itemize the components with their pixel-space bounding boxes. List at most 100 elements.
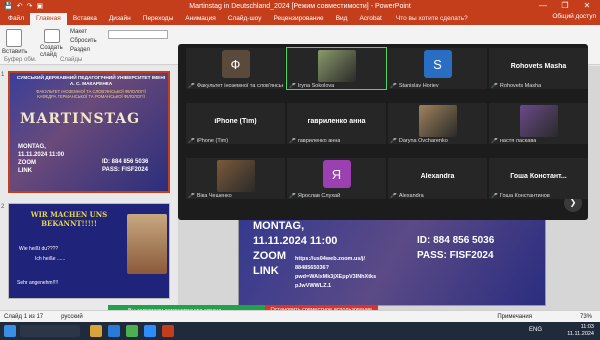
question-2: Ich heiße ...... [35, 256, 66, 262]
participant-name-large: Rohovets Masha [510, 63, 567, 70]
participant-label: гавриленко анна [297, 138, 341, 144]
participant-tile[interactable]: Rohovets Masha 🎤 Rohovets Masha [489, 48, 588, 89]
powerpoint-icon[interactable] [162, 325, 174, 337]
muted-mic-icon: 🎤 [491, 83, 498, 89]
undo-icon[interactable]: ↶ [17, 2, 23, 10]
start-icon[interactable] [4, 325, 16, 337]
participant-tile[interactable]: Гоша Констант... 🎤 Гоша Константинов [489, 158, 588, 199]
slide-thumbnail-2[interactable]: WIR MACHEN UNS BEKANNT!!!!! Wie heißt du… [8, 203, 170, 299]
muted-mic-icon: 🎤 [188, 138, 195, 144]
clipboard-group-label: Буфер обм. [4, 57, 37, 63]
date: 11.11.2024 11:00 [18, 152, 65, 158]
tab-transitions[interactable]: Переходы [137, 13, 180, 25]
language-indicator[interactable]: русский [43, 314, 83, 320]
muted-mic-icon: 🎤 [289, 83, 296, 89]
windows-taskbar: ENG 11:03 11.11.2024 [0, 322, 600, 340]
participant-name: 🎤 Ярослав Слухай [289, 193, 340, 199]
slide-thumbnail-pane[interactable]: 1 СУМСЬКИЙ ДЕРЖАВНИЙ ПЕДАГОГІЧНИЙ УНІВЕР… [0, 66, 176, 310]
redo-icon[interactable]: ↷ [27, 2, 33, 10]
day: MONTAG, [18, 144, 46, 150]
muted-mic-icon: 🎤 [390, 193, 397, 199]
zoom-level[interactable]: 73% [580, 314, 592, 320]
new-slide-button[interactable] [44, 29, 60, 43]
clipboard-icon [6, 29, 22, 47]
tab-insert[interactable]: Вставка [67, 13, 103, 25]
participant-tile[interactable]: гавриленко анна 🎤 гавриленко анна [287, 103, 386, 144]
slide-credentials: ID: 884 856 5036 PASS: FISF2024 [417, 233, 494, 263]
tab-review[interactable]: Рецензирование [267, 13, 329, 25]
participant-name: 🎤 Гоша Константинов [491, 193, 550, 199]
meeting-pass: PASS: FISF2024 [102, 167, 148, 173]
minimize-button[interactable]: — [532, 0, 554, 12]
quick-access-toolbar: 💾 ↶ ↷ ▣ [0, 2, 43, 10]
tab-home[interactable]: Главная [29, 13, 67, 25]
participant-tile[interactable]: iPhone (Tim) 🎤 iPhone (Tim) [186, 103, 285, 144]
clock[interactable]: 11:03 11.11.2024 [567, 324, 594, 338]
participant-tile[interactable]: Ф 🎤 Факультет іноземної та слов'янсько... [186, 48, 285, 89]
slides-group-label: Слайды [60, 57, 83, 63]
participant-label: Alexandra [398, 193, 424, 199]
tab-animation[interactable]: Анимация [179, 13, 222, 25]
zoom-gallery-window[interactable]: ❯ Ф 🎤 Факультет іноземної та слов'янсько..… [178, 44, 588, 220]
section-button[interactable]: Раздел [70, 47, 90, 53]
chrome-icon[interactable] [126, 325, 138, 337]
participant-label: Iryna Sokolova [297, 83, 335, 89]
tab-view[interactable]: Вид [330, 13, 354, 25]
search-box[interactable] [20, 325, 80, 337]
tab-design[interactable]: Дизайн [103, 13, 137, 25]
participant-tile[interactable]: 🎤 настя ласкава [489, 103, 588, 144]
participant-tile[interactable]: Alexandra 🎤 Alexandra [388, 158, 487, 199]
tell-me-input[interactable]: Что вы хотите сделать? [388, 13, 468, 25]
slide-number: 2 [1, 204, 5, 210]
muted-mic-icon: 🎤 [289, 138, 296, 144]
tab-file[interactable]: Файл [2, 13, 30, 25]
muted-mic-icon: 🎤 [289, 193, 296, 199]
meeting-credentials: ID: 884 856 5036 PASS: FISF2024 [102, 158, 148, 174]
close-button[interactable]: ✕ [576, 0, 598, 12]
paste-label: Вставить [2, 49, 28, 55]
participant-label: Stanislav Horiev [398, 83, 439, 89]
save-icon[interactable]: 💾 [4, 2, 13, 10]
tab-acrobat[interactable]: Acrobat [353, 13, 387, 25]
maximize-button[interactable]: ❐ [554, 0, 576, 12]
participant-tile[interactable]: 🎤 Iryna Sokolova [286, 47, 387, 90]
participant-name: 🎤 iPhone (Tim) [188, 138, 228, 144]
participant-label: Гоша Константинов [499, 193, 550, 199]
reset-button[interactable]: Сбросить [70, 38, 97, 44]
participant-tile[interactable]: 🎤 Daryna Ovcharenko [388, 103, 487, 144]
participant-tile[interactable]: 🎤 Віка Чешенко [186, 158, 285, 199]
current-slide[interactable]: MONTAG, 11.11.2024 11:00 ZOOM LINK https… [238, 214, 546, 306]
muted-mic-icon: 🎤 [390, 83, 397, 89]
question-1: Wie heißt du???? [19, 246, 59, 252]
participant-name: 🎤 Факультет іноземної та слов'янсько... [188, 83, 283, 89]
meeting-info: MONTAG, 11.11.2024 11:00 ZOOM LINK [18, 143, 64, 175]
status-bar: Слайд 1 из 17 русский Примечания 73% [0, 310, 600, 322]
day: MONTAG, [253, 220, 305, 232]
font-select[interactable] [108, 30, 168, 39]
input-language[interactable]: ENG [529, 327, 542, 333]
layout-button[interactable]: Макет [70, 29, 87, 35]
zoom-app-icon[interactable] [144, 325, 156, 337]
muted-mic-icon: 🎤 [491, 138, 498, 144]
muted-mic-icon: 🎤 [390, 138, 397, 144]
time: 11:03 [580, 324, 594, 330]
avatar: Ф [221, 50, 250, 78]
notes-button[interactable]: Примечания [497, 314, 532, 320]
video-feed [317, 50, 356, 82]
participant-tile[interactable]: S 🎤 Stanislav Horiev [388, 48, 487, 89]
participant-tile[interactable]: Я 🎤 Ярослав Слухай [287, 158, 386, 199]
faculty-name: ФАКУЛЬТЕТ ІНОЗЕМНОЇ ТА СЛОВ'ЯНСЬКОЇ ФІЛО… [36, 89, 146, 99]
participant-name: 🎤 Stanislav Horiev [390, 83, 439, 89]
slide-thumbnail-1[interactable]: СУМСЬКИЙ ДЕРЖАВНИЙ ПЕДАГОГІЧНИЙ УНІВЕРСИ… [8, 71, 170, 193]
share-button[interactable]: Общий доступ [552, 13, 596, 20]
paste-button[interactable] [6, 29, 22, 47]
meeting-id: ID: 884 856 5036 [102, 159, 149, 165]
new-slide-icon [44, 29, 60, 43]
tab-slideshow[interactable]: Слайд-шоу [222, 13, 268, 25]
file-explorer-icon[interactable] [90, 325, 102, 337]
date: 11.11.2024 [567, 331, 594, 337]
zoom-label: ZOOM [18, 160, 36, 166]
question-3: Sehr angenehm!!!! [17, 280, 59, 286]
edge-icon[interactable] [108, 325, 120, 337]
present-icon[interactable]: ▣ [36, 2, 43, 10]
